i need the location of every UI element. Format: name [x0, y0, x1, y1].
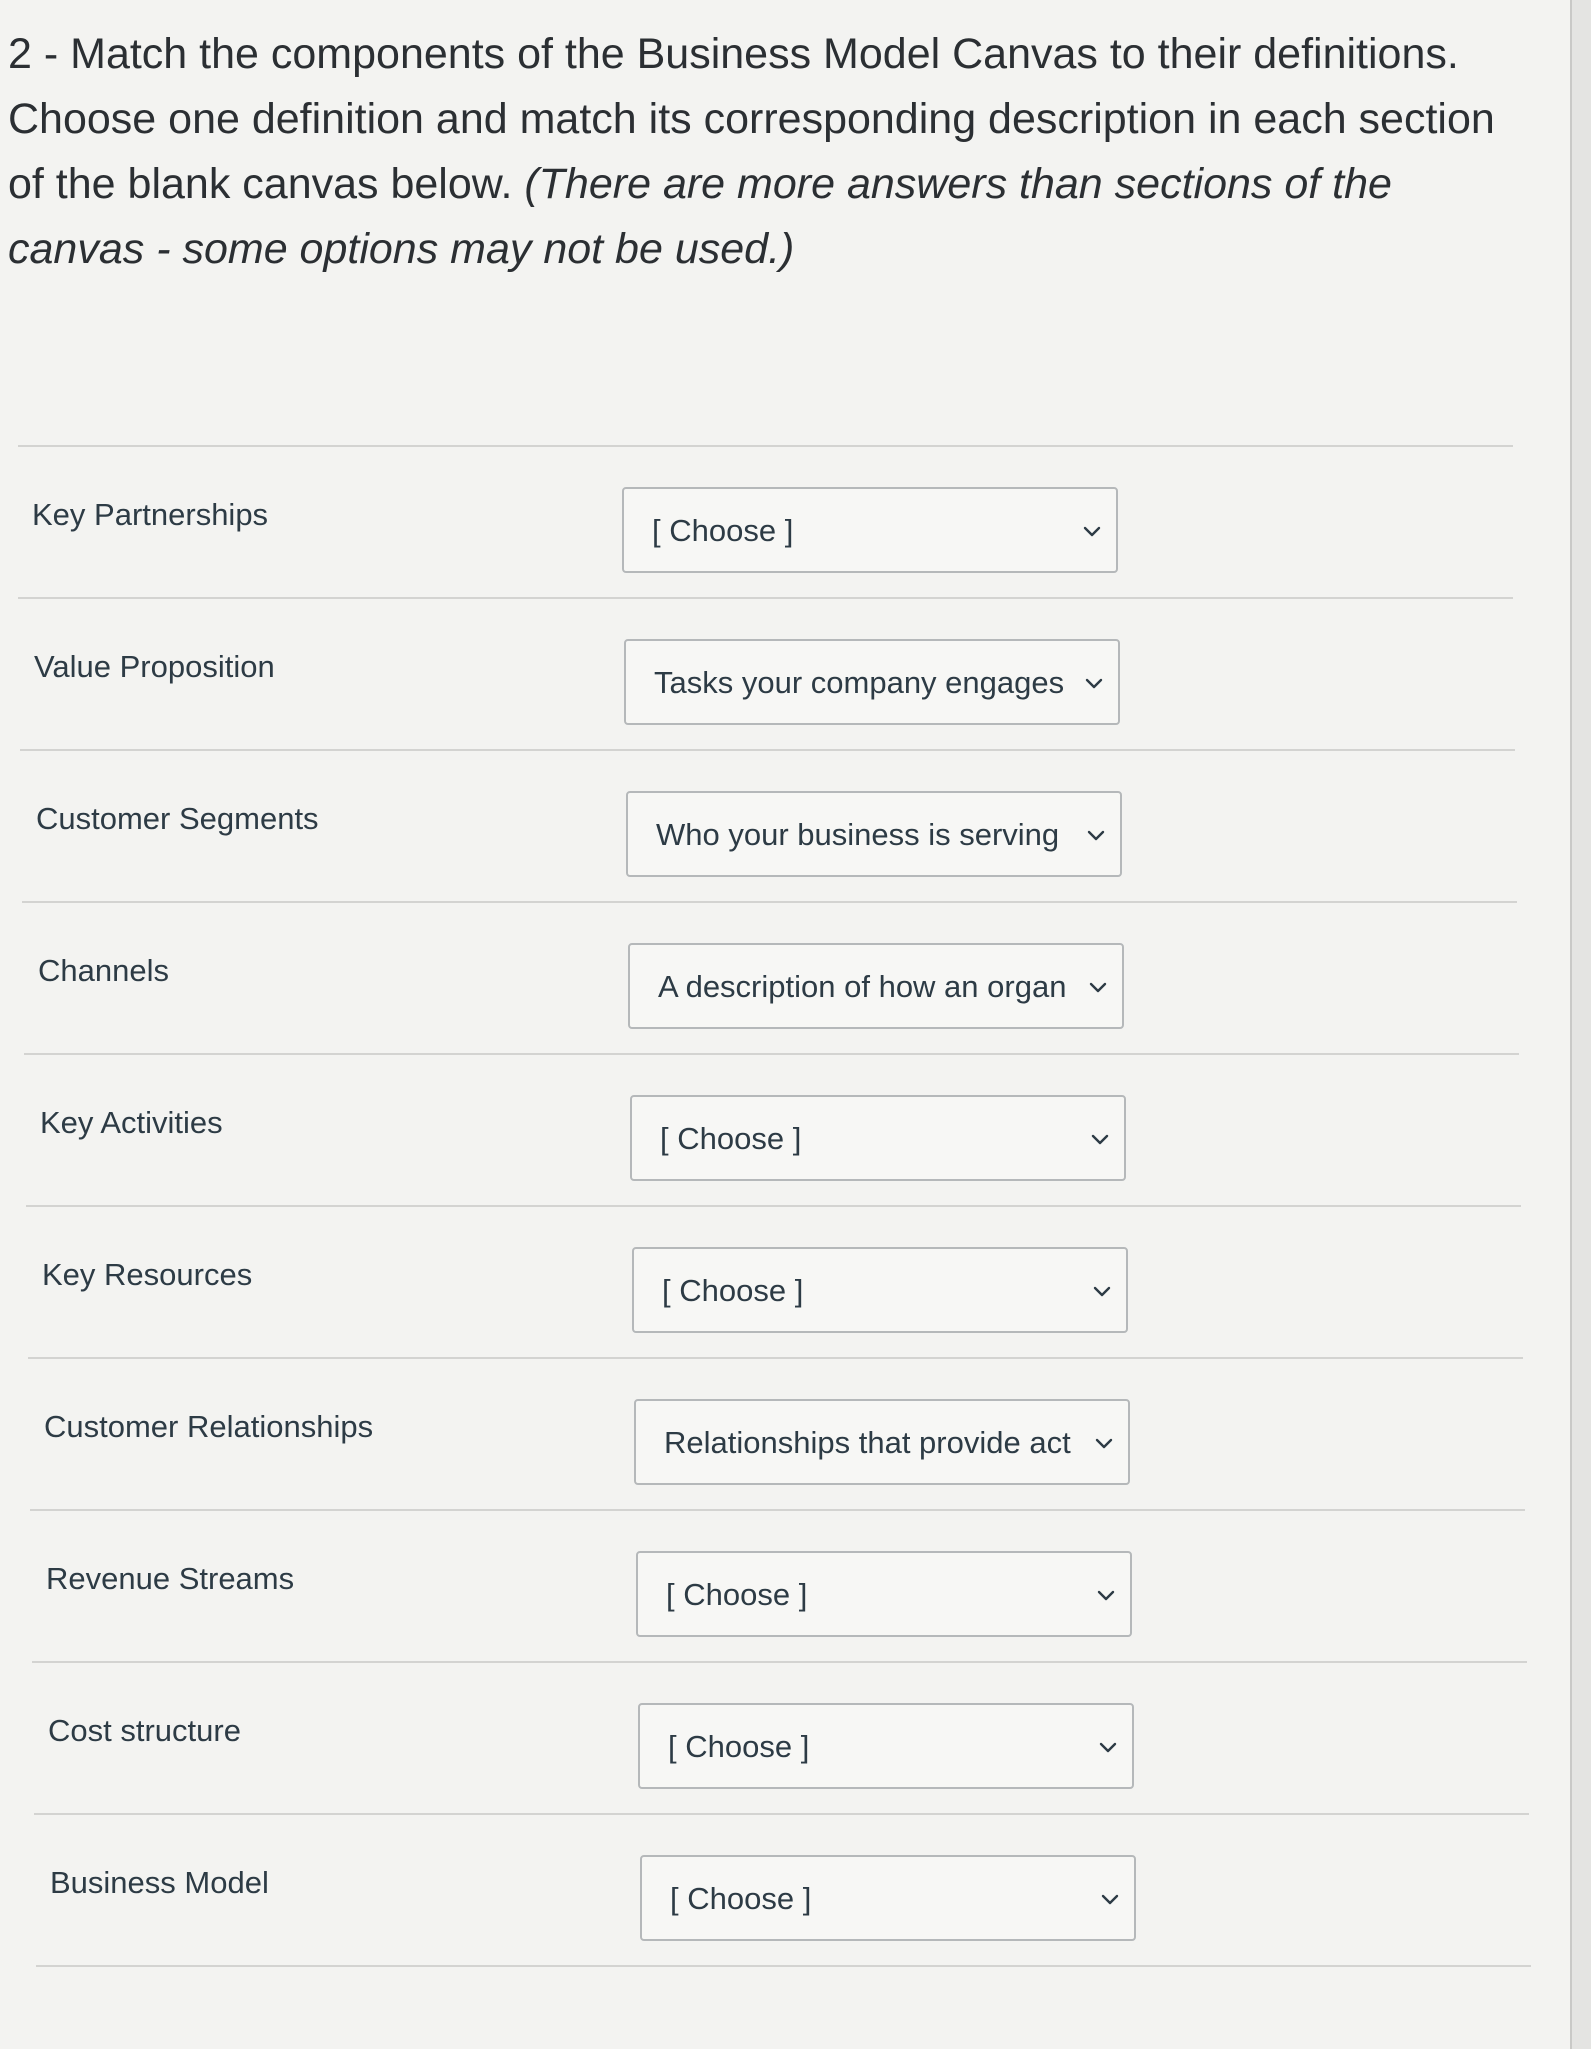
- match-row-value-proposition: Value Proposition Tasks your company enga…: [20, 599, 1515, 751]
- definition-select[interactable]: [ Choose ]: [636, 1551, 1132, 1637]
- chevron-down-icon: [1094, 1583, 1118, 1607]
- definition-select[interactable]: Tasks your company engages i: [624, 639, 1120, 725]
- match-row-key-partnerships: Key Partnerships [ Choose ]: [18, 447, 1513, 599]
- component-label: Cost structure: [48, 1713, 241, 1748]
- chevron-down-icon: [1092, 1431, 1116, 1455]
- chevron-down-icon: [1080, 519, 1104, 543]
- selected-definition: Relationships that provide act: [664, 1425, 1071, 1460]
- component-label: Business Model: [50, 1865, 269, 1900]
- definition-select[interactable]: A description of how an organ: [628, 943, 1124, 1029]
- definition-select[interactable]: Who your business is serving: [626, 791, 1122, 877]
- match-row-customer-relationships: Customer Relationships Relationships that…: [30, 1359, 1525, 1511]
- component-label: Customer Segments: [36, 801, 319, 836]
- match-row-revenue-streams: Revenue Streams [ Choose ]: [32, 1511, 1527, 1663]
- chevron-down-icon: [1082, 671, 1106, 695]
- definition-select[interactable]: [ Choose ]: [638, 1703, 1134, 1789]
- match-row-key-resources: Key Resources [ Choose ]: [28, 1207, 1523, 1359]
- component-label: Key Resources: [42, 1257, 253, 1292]
- component-label: Customer Relationships: [44, 1409, 374, 1444]
- component-label: Channels: [38, 953, 169, 988]
- chevron-down-icon: [1098, 1887, 1122, 1911]
- definition-select[interactable]: [ Choose ]: [622, 487, 1118, 573]
- match-row-cost-structure: Cost structure [ Choose ]: [34, 1663, 1529, 1815]
- definition-select[interactable]: Relationships that provide act: [634, 1399, 1130, 1485]
- component-label: Key Activities: [40, 1105, 223, 1140]
- selected-definition: A description of how an organ: [658, 969, 1067, 1004]
- quiz-question-panel: 2 - Match the components of the Business…: [0, 0, 1572, 2049]
- selected-definition: [ Choose ]: [662, 1273, 804, 1308]
- matching-answers-list: Key Partnerships [ Choose ] Value Proposit…: [18, 445, 1531, 1967]
- definition-select[interactable]: [ Choose ]: [630, 1095, 1126, 1181]
- selected-definition: [ Choose ]: [660, 1121, 802, 1156]
- chevron-down-icon: [1084, 823, 1108, 847]
- match-row-business-model: Business Model [ Choose ]: [36, 1815, 1531, 1967]
- chevron-down-icon: [1090, 1279, 1114, 1303]
- component-label: Revenue Streams: [46, 1561, 295, 1596]
- selected-definition: Who your business is serving: [656, 817, 1060, 852]
- match-row-channels: Channels A description of how an organ: [24, 903, 1519, 1055]
- component-label: Key Partnerships: [32, 497, 269, 532]
- selected-definition: [ Choose ]: [668, 1729, 810, 1764]
- component-label: Value Proposition: [34, 649, 275, 684]
- chevron-down-icon: [1086, 975, 1110, 999]
- answer-rows: Key Partnerships [ Choose ] Value Proposit…: [18, 447, 1531, 1967]
- match-row-key-activities: Key Activities [ Choose ]: [26, 1055, 1521, 1207]
- chevron-down-icon: [1088, 1127, 1112, 1151]
- match-row-customer-segments: Customer Segments Who your business is se…: [22, 751, 1517, 903]
- selected-definition: Tasks your company engages i: [654, 665, 1064, 700]
- selected-definition: [ Choose ]: [670, 1881, 812, 1916]
- definition-select[interactable]: [ Choose ]: [640, 1855, 1136, 1941]
- selected-definition: [ Choose ]: [652, 513, 794, 548]
- selected-definition: [ Choose ]: [666, 1577, 808, 1612]
- chevron-down-icon: [1096, 1735, 1120, 1759]
- definition-select[interactable]: [ Choose ]: [632, 1247, 1128, 1333]
- question-text: 2 - Match the components of the Business…: [8, 22, 1508, 282]
